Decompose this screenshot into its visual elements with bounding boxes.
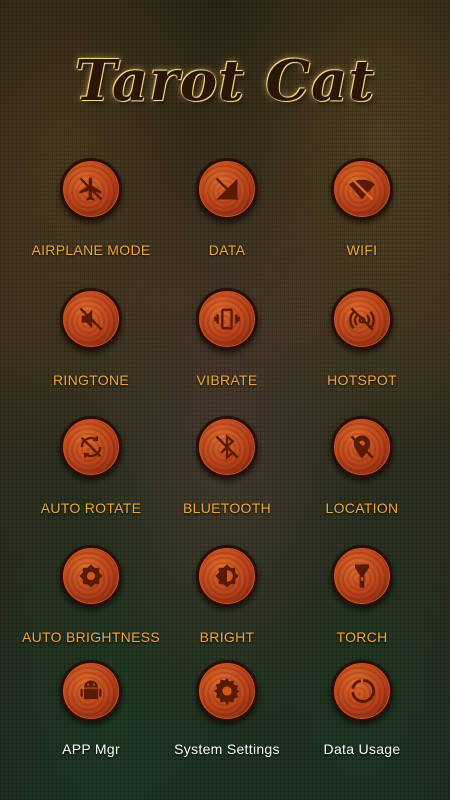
auto-rotate-button[interactable]	[60, 416, 122, 478]
tile-hotspot[interactable]: HOTSPOT	[287, 288, 437, 388]
data-button[interactable]	[196, 158, 258, 220]
rotate-off-icon	[80, 436, 102, 458]
tile-label: AIRPLANE MODE	[31, 242, 151, 258]
tile-bluetooth[interactable]: BLUETOOTH	[152, 416, 302, 516]
vibrate-icon	[214, 308, 240, 330]
data-usage-button[interactable]	[331, 660, 393, 722]
tile-label: LOCATION	[325, 500, 399, 516]
tile-label: WIFI	[346, 242, 378, 258]
app-mgr-button[interactable]	[60, 660, 122, 722]
tile-label: VIBRATE	[196, 372, 258, 388]
tile-auto-brightness[interactable]: AUTO BRIGHTNESS	[16, 545, 166, 645]
wifi-button[interactable]	[331, 158, 393, 220]
hotspot-off-icon	[349, 307, 375, 331]
tile-label: AUTO ROTATE	[40, 500, 142, 516]
tile-vibrate[interactable]: VIBRATE	[152, 288, 302, 388]
speaker-mute-icon	[79, 307, 103, 331]
tile-label: DATA	[208, 242, 246, 258]
location-off-icon	[350, 435, 374, 459]
tile-label: TORCH	[336, 629, 388, 645]
brightness-icon	[215, 564, 239, 588]
tile-wifi[interactable]: WIFI	[287, 158, 437, 258]
vibrate-button[interactable]	[196, 288, 258, 350]
tile-label: APP Mgr	[62, 741, 120, 757]
tile-label: RINGTONE	[52, 372, 130, 388]
torch-button[interactable]	[331, 545, 393, 607]
app-title: Tarot Cat	[74, 48, 376, 114]
bluetooth-button[interactable]	[196, 416, 258, 478]
tile-label: Data Usage	[323, 741, 401, 757]
ringtone-button[interactable]	[60, 288, 122, 350]
bright-button[interactable]	[196, 545, 258, 607]
tile-label: System Settings	[174, 741, 280, 757]
airplane-mode-button[interactable]	[60, 158, 122, 220]
auto-brightness-icon	[79, 564, 103, 588]
data-off-icon	[215, 177, 239, 201]
tile-airplane-mode[interactable]: AIRPLANE MODE	[16, 158, 166, 258]
tile-label: BLUETOOTH	[182, 500, 271, 516]
tile-label: HOTSPOT	[327, 372, 397, 388]
bluetooth-off-icon	[215, 434, 239, 460]
location-button[interactable]	[331, 416, 393, 478]
android-icon	[80, 680, 102, 700]
system-settings-button[interactable]	[196, 660, 258, 722]
gear-icon	[214, 678, 240, 705]
auto-brightness-button[interactable]	[60, 545, 122, 607]
tile-location[interactable]: LOCATION	[287, 416, 437, 516]
tile-ringtone[interactable]: RINGTONE	[16, 288, 166, 388]
data-usage-icon	[351, 679, 376, 703]
torch-icon	[355, 564, 369, 588]
tile-app-mgr[interactable]: APP Mgr	[16, 660, 166, 757]
wifi-off-icon	[349, 177, 375, 201]
tile-auto-rotate[interactable]: AUTO ROTATE	[16, 416, 166, 516]
tile-bright[interactable]: BRIGHT	[152, 545, 302, 645]
hotspot-button[interactable]	[331, 288, 393, 350]
tile-data[interactable]: DATA	[152, 158, 302, 258]
airplane-off-icon	[79, 177, 103, 201]
tile-label: BRIGHT	[199, 629, 255, 645]
tile-label: AUTO BRIGHTNESS	[21, 629, 161, 645]
tile-system-settings[interactable]: System Settings	[152, 660, 302, 757]
tile-data-usage[interactable]: Data Usage	[287, 660, 437, 757]
tile-torch[interactable]: TORCH	[287, 545, 437, 645]
